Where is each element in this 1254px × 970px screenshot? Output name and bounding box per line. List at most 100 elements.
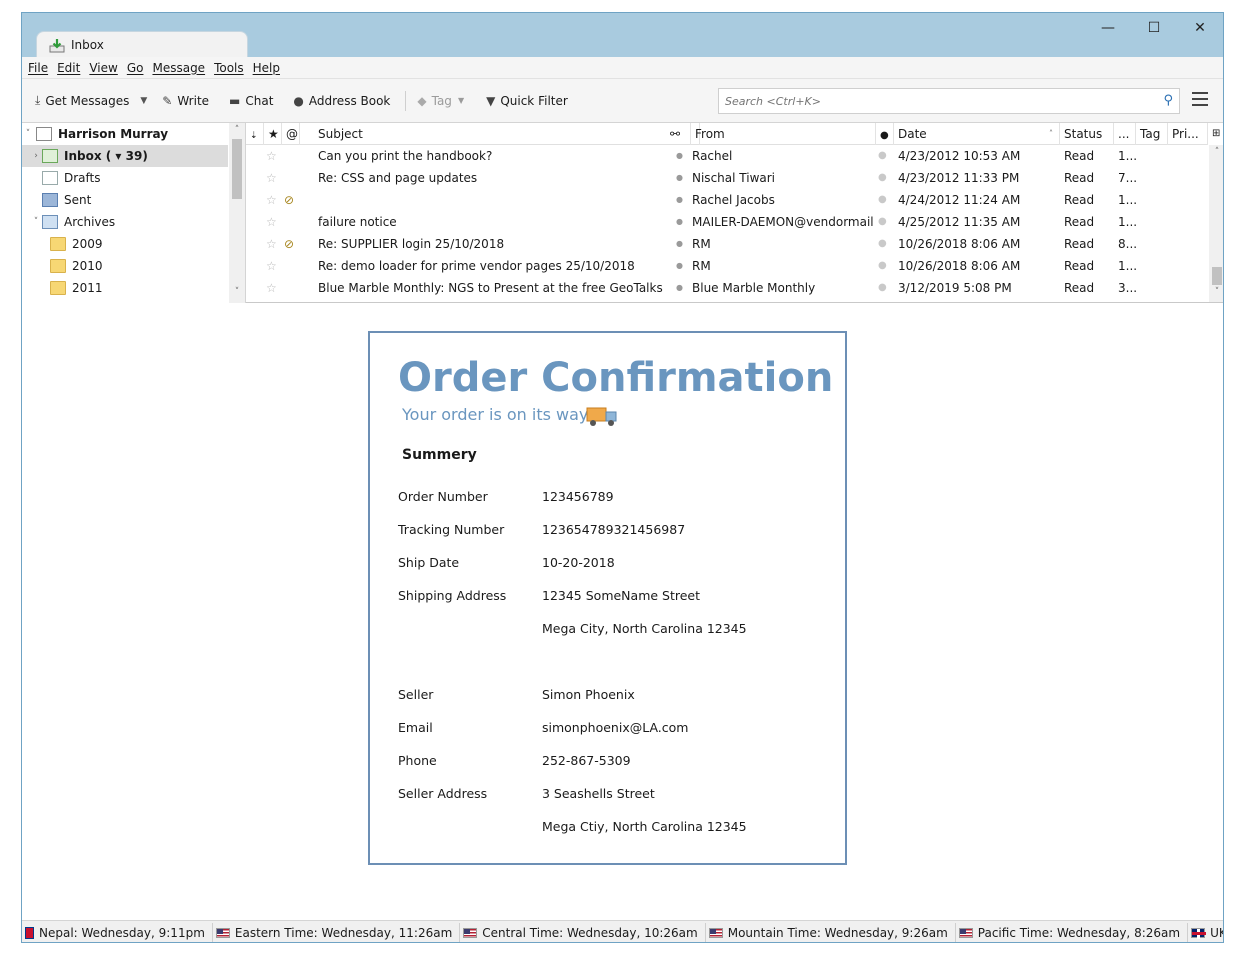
menu-help[interactable]: Help [253, 61, 280, 75]
thread-view-icon[interactable]: ⚯ [666, 123, 690, 145]
write-button[interactable]: ✎ Write [157, 88, 214, 114]
junk-status-icon[interactable]: ● [878, 255, 892, 277]
message-row[interactable]: ☆ Re: demo loader for prime vendor pages … [246, 255, 1208, 277]
clock-eastern[interactable]: Eastern Time: Wednesday, 11:26am [213, 922, 461, 942]
app-menu-icon[interactable] [1192, 92, 1208, 108]
junk-status-icon[interactable]: ● [878, 145, 892, 167]
folder-2010[interactable]: 2010 [22, 255, 228, 277]
get-messages-button[interactable]: ⤓ Get Messages [30, 88, 134, 114]
tag-column-header[interactable]: Tag [1136, 123, 1168, 145]
chat-button[interactable]: ▬ Chat [224, 88, 278, 114]
clock-mountain-label: Mountain Time: Wednesday, 9:26am [727, 925, 948, 940]
message-date: 4/25/2012 11:35 AM [898, 215, 1021, 229]
menu-go[interactable]: Go [127, 61, 144, 75]
menu-file[interactable]: File [28, 61, 48, 75]
size-column-header[interactable]: ... [1114, 123, 1136, 145]
folder-2011[interactable]: 2011 [22, 277, 228, 299]
scroll-up-icon[interactable]: ˄ [229, 125, 245, 135]
star-icon[interactable]: ☆ [266, 255, 282, 277]
address-book-button[interactable]: ● Address Book [288, 88, 395, 114]
scroll-down-icon[interactable]: ˅ [229, 287, 245, 297]
scroll-down-icon[interactable]: ˅ [1209, 287, 1223, 297]
priority-column-header[interactable]: Pri... [1168, 123, 1208, 145]
read-status-dot-icon[interactable]: ● [676, 255, 688, 277]
star-icon[interactable]: ☆ [266, 145, 282, 167]
star-icon[interactable]: ☆ [266, 211, 282, 233]
clock-central[interactable]: Central Time: Wednesday, 10:26am [460, 922, 706, 942]
minimize-button[interactable]: — [1085, 13, 1131, 43]
folder-archives[interactable]: ˅ Archives [22, 211, 228, 233]
scrollbar-thumb[interactable] [232, 139, 242, 199]
attachment-column-header[interactable]: @ [282, 123, 300, 145]
message-row[interactable]: ☆ Can you print the handbook? ● Rachel ● 4/23… [246, 145, 1208, 167]
star-icon[interactable]: ☆ [266, 167, 282, 189]
account-row[interactable]: ˅ Harrison Murray [22, 123, 228, 145]
status-column-header[interactable]: Status [1060, 123, 1114, 145]
tab-label: Inbox [71, 38, 104, 52]
collapse-arrow-icon[interactable]: ˅ [30, 217, 42, 227]
star-icon[interactable]: ☆ [266, 189, 282, 211]
clock-uk[interactable]: UK: Wednesday, 4:26pm [1188, 923, 1223, 943]
folder-sent[interactable]: Sent [22, 189, 228, 211]
clock-mountain[interactable]: Mountain Time: Wednesday, 9:26am [706, 922, 956, 942]
quick-filter-button[interactable]: ▼ Quick Filter [481, 88, 573, 114]
read-status-dot-icon[interactable]: ● [676, 167, 688, 189]
search-box[interactable]: ⚲ [718, 88, 1180, 114]
junk-column-header[interactable]: ● [876, 123, 894, 145]
scroll-up-icon[interactable]: ˄ [1209, 147, 1223, 157]
date-column-header[interactable]: Date ˄ [894, 123, 1060, 145]
junk-status-icon[interactable]: ● [878, 189, 892, 211]
folder-drafts[interactable]: Drafts [22, 167, 228, 189]
search-input[interactable] [725, 94, 1145, 108]
delivery-truck-icon [586, 407, 617, 426]
junk-status-icon[interactable]: ● [878, 277, 892, 299]
chat-label: Chat [245, 93, 274, 108]
thread-icon: ⇣ [250, 131, 258, 141]
folder-inbox[interactable]: › Inbox ( ▾ 39) [22, 145, 228, 167]
collapse-arrow-icon[interactable]: ˅ [22, 129, 34, 139]
junk-status-icon[interactable]: ● [878, 167, 892, 189]
message-row[interactable]: ☆ Blue Marble Monthly: NGS to Present at … [246, 277, 1208, 299]
menu-tools[interactable]: Tools [214, 61, 244, 75]
read-status-dot-icon[interactable]: ● [676, 145, 688, 167]
read-status-dot-icon[interactable]: ● [676, 211, 688, 233]
star-icon[interactable]: ☆ [266, 233, 282, 255]
column-picker-icon[interactable]: ⊞ [1208, 123, 1223, 145]
maximize-button[interactable]: ☐ [1131, 13, 1177, 43]
folder-sent-label: Sent [64, 193, 92, 207]
folder-2009[interactable]: 2009 [22, 233, 228, 255]
get-messages-dropdown[interactable]: ▼ [138, 88, 149, 114]
scrollbar-thumb[interactable] [1212, 267, 1222, 285]
star-icon[interactable]: ☆ [266, 277, 282, 299]
tag-button[interactable]: ◆ Tag ▼ [412, 88, 469, 114]
junk-status-icon[interactable]: ● [878, 233, 892, 255]
menu-edit[interactable]: Edit [57, 61, 80, 75]
message-date: 4/24/2012 11:24 AM [898, 193, 1021, 207]
message-row[interactable]: ☆ Re: CSS and page updates ● Nischal Tiwari… [246, 167, 1208, 189]
message-row[interactable]: ☆ ⊘ Re: SUPPLIER login 25/10/2018 ● RM ● 10/26… [246, 233, 1208, 255]
read-status-dot-icon[interactable]: ● [676, 233, 688, 255]
search-icon[interactable]: ⚲ [1163, 93, 1173, 108]
message-from: RM [692, 237, 711, 251]
read-status-dot-icon[interactable]: ● [676, 189, 688, 211]
thread-column-header[interactable]: ⇣ [246, 123, 264, 145]
clock-pacific[interactable]: Pacific Time: Wednesday, 8:26am [956, 922, 1189, 942]
junk-status-icon[interactable]: ● [878, 211, 892, 233]
from-column-header[interactable]: From [690, 123, 876, 145]
menu-view[interactable]: View [89, 61, 117, 75]
message-row[interactable]: ☆ failure notice ● MAILER-DAEMON@vendormail… [246, 211, 1208, 233]
message-date: 10/26/2018 8:06 AM [898, 259, 1021, 273]
star-column-header[interactable]: ★ [264, 123, 282, 145]
phone-value: 252-867-5309 [542, 753, 631, 768]
close-button[interactable]: ✕ [1177, 13, 1223, 43]
read-status-dot-icon[interactable]: ● [676, 277, 688, 299]
folder-scrollbar[interactable]: ˄ ˅ [229, 123, 245, 303]
message-list: ⇣ ★ @ Subject ⚯ From ● Date ˄ Status ...… [246, 123, 1223, 303]
menu-message[interactable]: Message [152, 61, 205, 75]
clock-nepal[interactable]: Nepal: Wednesday, 9:11pm [22, 922, 213, 942]
subject-column-header[interactable]: Subject [300, 123, 700, 145]
message-list-scrollbar[interactable]: ˄ ˅ [1209, 145, 1223, 302]
tab-inbox[interactable]: Inbox [36, 31, 248, 58]
message-row[interactable]: ☆ ⊘ ● Rachel Jacobs ● 4/24/2012 11:24 AM Read 1… [246, 189, 1208, 211]
ship-date-label: Ship Date [398, 555, 460, 570]
